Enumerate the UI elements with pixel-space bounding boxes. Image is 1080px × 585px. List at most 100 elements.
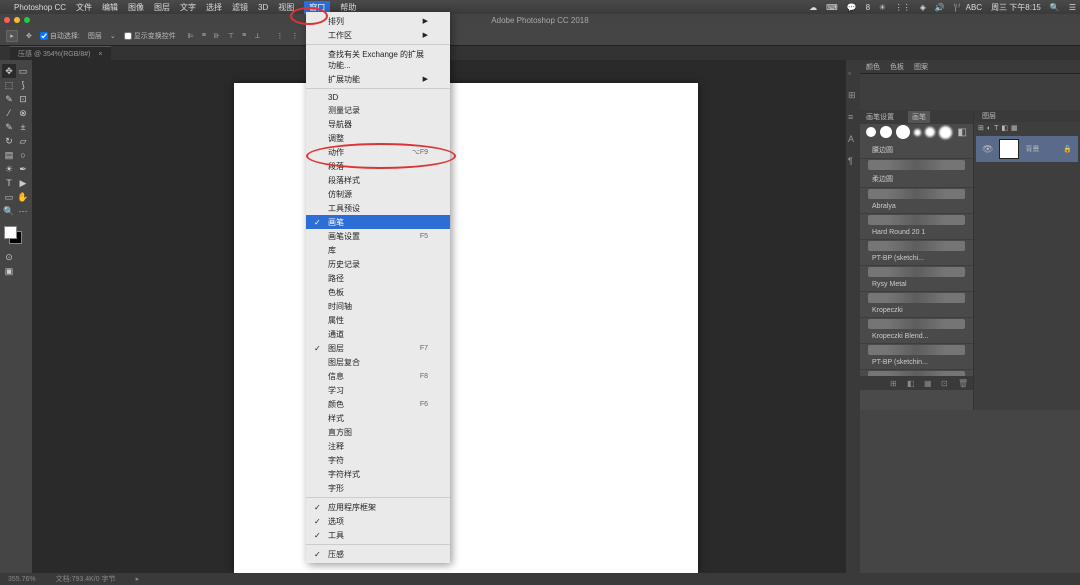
menu-help[interactable]: 帮助 <box>340 2 356 13</box>
menu-item[interactable]: ✓图层F7 <box>306 341 450 355</box>
menu-item[interactable]: 查找有关 Exchange 的扩展功能... <box>306 47 450 72</box>
delete-brush-icon[interactable]: 🗑 <box>958 379 967 388</box>
lasso-tool[interactable]: ⟆ <box>16 78 30 92</box>
layer-filter[interactable]: ⊞ <box>978 124 984 132</box>
menu-item[interactable]: ✓画笔 <box>306 215 450 229</box>
brush-tip[interactable] <box>896 125 910 139</box>
align-icon[interactable]: ⊥ <box>254 32 260 40</box>
menu-item[interactable]: 导航器 <box>306 117 450 131</box>
brush-preset-item[interactable]: 腰边圆 <box>860 142 973 159</box>
list-icon[interactable]: ☰ <box>1069 3 1076 12</box>
menu-item[interactable]: 库 <box>306 243 450 257</box>
menu-item[interactable]: 属性 <box>306 313 450 327</box>
new-brush-icon[interactable]: ⊡ <box>941 379 950 388</box>
brush-tip[interactable] <box>914 129 921 136</box>
menu-item[interactable]: 画笔设置F5 <box>306 229 450 243</box>
volume-icon[interactable]: 🔊 <box>935 3 945 12</box>
menu-layer[interactable]: 图层 <box>154 2 170 13</box>
brush-tool[interactable]: ✎ <box>2 120 16 134</box>
status-icon[interactable]: ⌨ <box>826 3 838 12</box>
autoselect-target[interactable]: 图层 <box>88 31 102 41</box>
menu-item[interactable]: 排列▶ <box>306 14 450 28</box>
doc-info[interactable]: 文档:793.4K/0 字节 <box>56 574 116 584</box>
align-icon[interactable]: ⊤ <box>228 32 234 40</box>
brush-footer-icon[interactable]: ⊞ <box>890 379 899 388</box>
menu-select[interactable]: 选择 <box>206 2 222 13</box>
brush-preset-item[interactable]: Rysy Metal <box>860 278 973 292</box>
brush-preset-item[interactable]: PT-BP (sketchi... <box>860 252 973 266</box>
menu-3d[interactable]: 3D <box>258 3 268 12</box>
menu-item[interactable]: 动作⌥F9 <box>306 145 450 159</box>
crop-tool[interactable]: ⊡ <box>16 92 30 106</box>
tool-preset-icon[interactable]: ▸ <box>6 30 18 42</box>
para-panel-icon[interactable]: A <box>848 134 858 144</box>
menu-item[interactable]: 图层复合 <box>306 355 450 369</box>
close-window-button[interactable] <box>4 17 10 23</box>
close-tab-icon[interactable]: × <box>98 51 102 58</box>
path-select-tool[interactable]: ▶ <box>16 176 30 190</box>
brush-preset-item[interactable]: Kropeczki <box>860 304 973 318</box>
tab-swatches[interactable]: 色板 <box>890 62 904 72</box>
menu-item[interactable]: ✓选项 <box>306 514 450 528</box>
screen-mode-tool[interactable]: ▣ <box>2 264 16 278</box>
eraser-tool[interactable]: ▱ <box>16 134 30 148</box>
menu-item[interactable]: 直方图 <box>306 425 450 439</box>
menu-item[interactable]: 测量记录 <box>306 103 450 117</box>
menu-item[interactable]: 色板 <box>306 285 450 299</box>
tab-brush-settings[interactable]: 画笔设置 <box>866 112 894 122</box>
brush-footer-icon[interactable]: ◧ <box>907 379 916 388</box>
menu-item[interactable]: 注释 <box>306 439 450 453</box>
tab-patterns[interactable]: 图案 <box>914 62 928 72</box>
layer-filter-icon[interactable]: ▦ <box>1011 124 1018 132</box>
menu-edit[interactable]: 编辑 <box>102 2 118 13</box>
move-tool[interactable]: ✥ <box>2 64 16 78</box>
wifi-icon[interactable]: ◈ <box>920 3 926 12</box>
menu-item[interactable]: ✓应用程序框架 <box>306 500 450 514</box>
show-transform-checkbox[interactable] <box>124 32 132 40</box>
properties-panel-icon[interactable]: ⊞ <box>848 90 858 100</box>
brush-tip[interactable] <box>880 126 892 138</box>
quick-select-tool[interactable]: ✎ <box>2 92 16 106</box>
search-icon[interactable]: 🔍 <box>1050 3 1060 12</box>
menu-item[interactable]: 段落样式 <box>306 173 450 187</box>
canvas-area[interactable]: 排列▶工作区▶查找有关 Exchange 的扩展功能...扩展功能▶3D测量记录… <box>32 60 846 578</box>
app-name[interactable]: Photoshop CC <box>14 3 66 12</box>
pen-tool[interactable]: ✒ <box>16 162 30 176</box>
brush-preset-item[interactable]: PT-BP (sketchin... <box>860 356 973 370</box>
menu-file[interactable]: 文件 <box>76 2 92 13</box>
layer-visibility-icon[interactable]: 👁 <box>982 144 993 155</box>
maximize-window-button[interactable] <box>24 17 30 23</box>
brush-preset-item[interactable]: Kropeczki Blend... <box>860 330 973 344</box>
menu-item[interactable]: 工具预设 <box>306 201 450 215</box>
menu-item[interactable]: 颜色F6 <box>306 397 450 411</box>
quick-mask-tool[interactable]: ⊙ <box>2 250 16 264</box>
brush-tip[interactable] <box>925 127 935 137</box>
menu-item[interactable]: 扩展功能▶ <box>306 72 450 86</box>
menu-item[interactable]: 通道 <box>306 327 450 341</box>
document-canvas[interactable] <box>234 83 698 573</box>
chars-panel-icon[interactable]: ≡ <box>848 112 858 122</box>
status-icon[interactable]: ✳ <box>879 3 886 12</box>
layer-filter-icon[interactable]: ◐ <box>987 125 991 132</box>
healing-tool[interactable]: ⊗ <box>16 106 30 120</box>
menu-view[interactable]: 视图 <box>278 2 294 13</box>
layer-filter-icon[interactable]: ◧ <box>1001 124 1008 132</box>
color-swatch-area[interactable] <box>860 74 1080 110</box>
menu-item[interactable]: 工作区▶ <box>306 28 450 42</box>
layers-tab[interactable]: 图层 <box>982 111 996 121</box>
menu-item[interactable]: 路径 <box>306 271 450 285</box>
menu-filter[interactable]: 滤镜 <box>232 2 248 13</box>
edit-toolbar[interactable]: ⋯ <box>16 204 30 218</box>
align-icon[interactable]: ≡ <box>202 32 206 39</box>
menu-item[interactable]: 历史记录 <box>306 257 450 271</box>
brush-preset-item[interactable]: Abralya <box>860 200 973 214</box>
menu-item[interactable]: 字符样式 <box>306 467 450 481</box>
shape-tool[interactable]: ▭ <box>2 190 16 204</box>
foreground-color[interactable] <box>4 226 17 239</box>
foreground-background-colors[interactable] <box>2 224 30 246</box>
stamp-tool[interactable]: ± <box>16 120 30 134</box>
artboard-tool[interactable]: ▭ <box>16 64 30 78</box>
history-brush-tool[interactable]: ↻ <box>2 134 16 148</box>
eyedropper-tool[interactable]: ⁄ <box>2 106 16 120</box>
dodge-tool[interactable]: ☀ <box>2 162 16 176</box>
